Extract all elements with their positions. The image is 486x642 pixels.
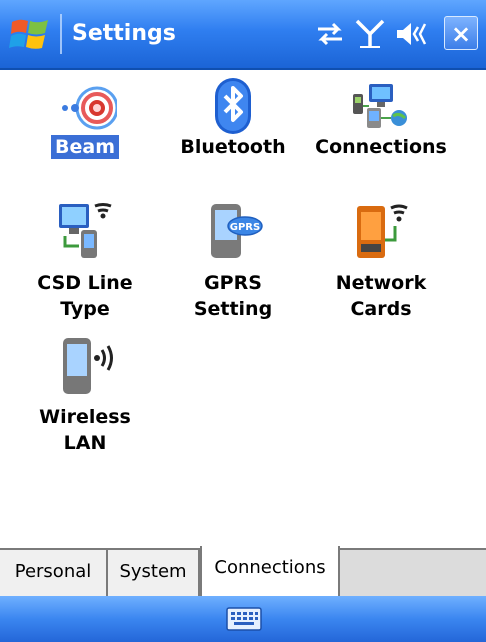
item-label: Wireless LAN (39, 406, 131, 454)
svg-text:GPRS: GPRS (230, 222, 260, 233)
bluetooth-item[interactable]: Bluetooth (158, 76, 308, 176)
item-label: Connections (315, 136, 447, 158)
volume-icon[interactable] (394, 18, 430, 50)
wireless-lan-icon (63, 338, 113, 394)
page-title: Settings (72, 21, 176, 46)
network-cards-icon (357, 204, 408, 258)
network-cards-item[interactable]: Network Cards (306, 200, 456, 330)
connectivity-icon[interactable] (312, 18, 348, 50)
beam-icon (62, 86, 117, 130)
tab-personal[interactable]: Personal (0, 550, 108, 596)
connections-icon (353, 84, 407, 128)
tab-strip: Personal System Connections (0, 546, 486, 598)
wireless-lan-item[interactable]: Wireless LAN (10, 334, 160, 464)
title-separator (60, 14, 62, 54)
item-label: Bluetooth (180, 136, 286, 158)
csd-line-type-item[interactable]: CSD Line Type (10, 200, 160, 330)
title-bar: Settings × (0, 0, 486, 70)
tab-system[interactable]: System (108, 550, 200, 596)
item-label: GPRS Setting (193, 272, 273, 320)
windows-flag-icon[interactable] (8, 12, 52, 56)
item-label: Network Cards (335, 272, 427, 320)
item-label: Beam (10, 134, 160, 160)
csd-line-type-icon (59, 203, 112, 258)
close-button[interactable]: × (444, 16, 478, 50)
tab-connections[interactable]: Connections (200, 546, 340, 596)
tab-strip-filler (340, 550, 486, 596)
bottom-bar (0, 596, 486, 642)
gprs-setting-item[interactable]: GPRS GPRS Setting (158, 200, 308, 330)
beam-item[interactable]: Beam (10, 76, 160, 176)
gprs-icon: GPRS (211, 204, 263, 258)
item-label: CSD Line Type (37, 272, 133, 320)
connections-item[interactable]: Connections (306, 76, 456, 176)
bluetooth-icon (215, 78, 251, 134)
keyboard-icon[interactable] (226, 606, 262, 632)
signal-icon[interactable] (352, 18, 388, 50)
